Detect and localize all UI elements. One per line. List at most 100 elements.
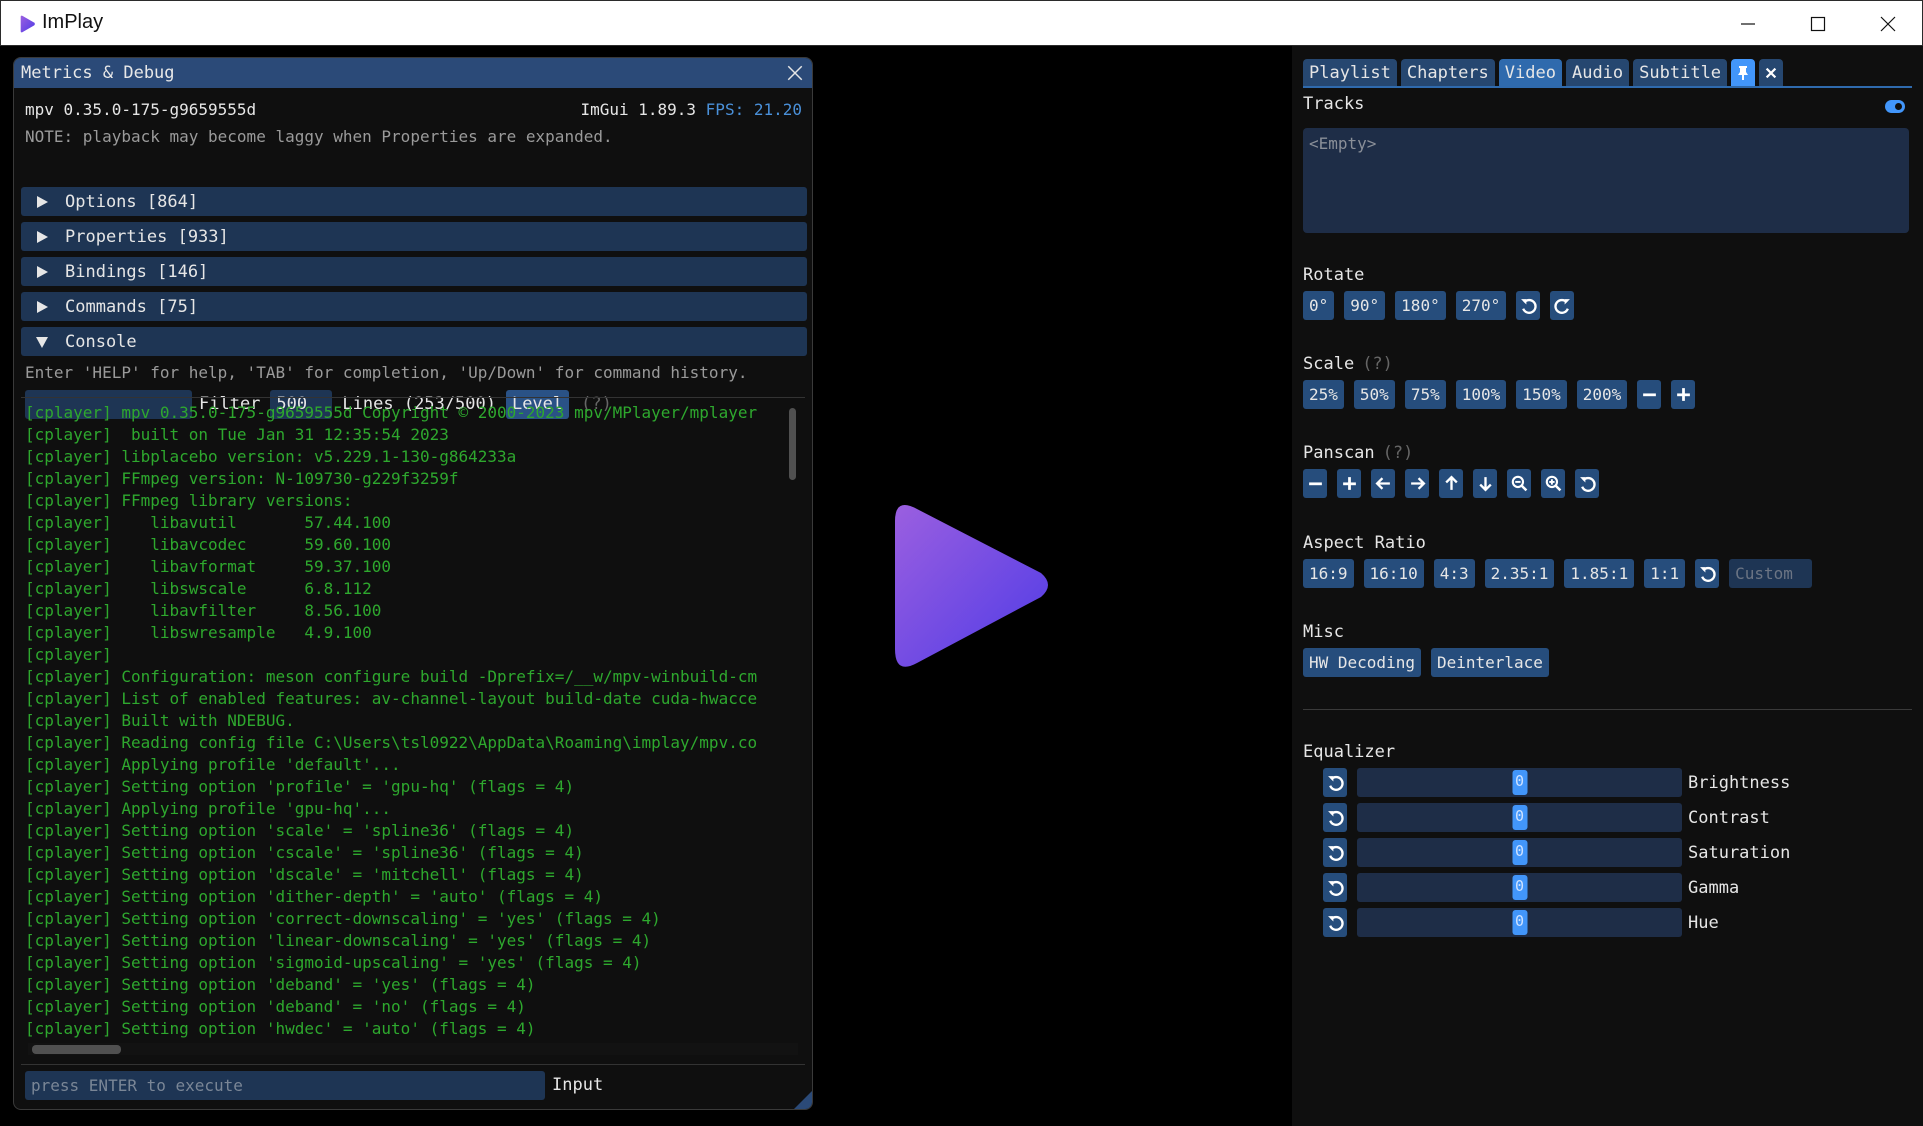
slider-value: 0 (1514, 912, 1525, 930)
gamma-slider[interactable]: 0 (1357, 873, 1682, 902)
scrollbar-thumb[interactable] (32, 1045, 121, 1054)
aspect-16-10-button[interactable]: 16:10 (1363, 559, 1424, 588)
reset-icon (1699, 566, 1716, 582)
caret-right-icon (37, 230, 48, 243)
scale-200-button[interactable]: 200% (1576, 380, 1628, 409)
aspect-reset-button[interactable] (1695, 559, 1720, 588)
reset-button[interactable] (1323, 838, 1347, 867)
saturation-slider[interactable]: 0 (1357, 838, 1682, 867)
imgui-version: ImGui 1.89.3 (580, 100, 697, 119)
contrast-slider[interactable]: 0 (1357, 803, 1682, 832)
maximize-button[interactable] (1783, 1, 1853, 47)
resize-grip[interactable] (794, 1091, 812, 1109)
aspect-4-3-button[interactable]: 4:3 (1433, 559, 1475, 588)
tracks-list[interactable]: <Empty> (1303, 128, 1909, 233)
rotate-180-button[interactable]: 180° (1395, 291, 1446, 320)
rotate-ccw-button[interactable] (1516, 291, 1541, 320)
debug-window-title: Metrics & Debug (21, 63, 175, 83)
hue-slider[interactable]: 0 (1357, 908, 1682, 937)
equalizer-row-brightness: 0 Brightness (1323, 768, 1790, 797)
divider (1303, 709, 1912, 710)
reset-button[interactable] (1323, 873, 1347, 902)
console-horizontal-scrollbar[interactable] (28, 1043, 798, 1055)
caret-right-icon (37, 300, 48, 313)
help-marker[interactable]: (?) (1362, 354, 1393, 374)
zoom-in-button[interactable] (1541, 469, 1565, 498)
rotate-270-button[interactable]: 270° (1455, 291, 1507, 320)
rotate-cw-button[interactable] (1550, 291, 1575, 320)
scale-increase-button[interactable] (1671, 380, 1696, 409)
slider-value: 0 (1514, 877, 1525, 895)
pan-up-button[interactable] (1439, 469, 1463, 498)
section-label: Commands [75] (65, 296, 199, 317)
scale-25-button[interactable]: 25% (1303, 380, 1344, 409)
section-bindings[interactable]: Bindings [146] (21, 257, 807, 286)
console-line: [cplayer] Setting option 'hwdec' = 'auto… (25, 1019, 536, 1038)
aspect-2-35-1-button[interactable]: 2.35:1 (1484, 559, 1555, 588)
brightness-slider[interactable]: 0 (1357, 768, 1682, 797)
section-commands[interactable]: Commands [75] (21, 292, 807, 321)
aspect-16-9-button[interactable]: 16:9 (1303, 559, 1354, 588)
aspect-1-85-1-button[interactable]: 1.85:1 (1564, 559, 1635, 588)
console-log[interactable]: [cplayer] mpv 0.35.0-175-g9659555d Copyr… (25, 402, 798, 1042)
panscan-decrease-button[interactable] (1303, 469, 1327, 498)
rotate-cw-icon (1554, 298, 1570, 314)
panscan-increase-button[interactable] (1337, 469, 1361, 498)
tab-chapters[interactable]: Chapters (1400, 59, 1495, 86)
console-line: [cplayer] libswresample 4.9.100 (25, 623, 372, 642)
console-vertical-scrollbar[interactable] (786, 402, 798, 1042)
scale-buttons: 25% 50% 75% 100% 150% 200% (1303, 380, 1696, 409)
rotate-0-button[interactable]: 0° (1303, 291, 1335, 320)
close-window-button[interactable] (1853, 1, 1923, 47)
help-marker[interactable]: (?) (1383, 443, 1414, 463)
command-input[interactable] (25, 1071, 545, 1100)
tracks-toggle[interactable] (1885, 100, 1905, 113)
pan-down-button[interactable] (1473, 469, 1497, 498)
version-info: mpv 0.35.0-175-g9659555d ImGui 1.89.3 FP… (25, 100, 802, 122)
tab-playlist[interactable]: Playlist (1303, 59, 1397, 86)
scrollbar-thumb[interactable] (789, 408, 796, 480)
aspect-1-1-button[interactable]: 1:1 (1644, 559, 1686, 588)
zoom-out-button[interactable] (1507, 469, 1531, 498)
section-label: Properties [933] (65, 226, 229, 247)
tabs-underline (1303, 86, 1912, 88)
console-line: [cplayer] Reading config file C:\Users\t… (25, 733, 758, 752)
zoom-in-icon (1545, 475, 1561, 492)
close-panel-button[interactable] (1759, 59, 1784, 86)
scale-decrease-button[interactable] (1637, 380, 1662, 409)
section-properties[interactable]: Properties [933] (21, 222, 807, 251)
scale-title: Scale (?) (1303, 354, 1393, 374)
pin-button[interactable] (1731, 59, 1756, 86)
empty-placeholder: <Empty> (1309, 134, 1377, 153)
slider-label: Saturation (1688, 842, 1791, 863)
console-help-text: Enter 'HELP' for help, 'TAB' for complet… (25, 363, 748, 382)
tab-subtitle[interactable]: Subtitle (1633, 59, 1728, 86)
reset-button[interactable] (1323, 908, 1347, 937)
tab-video[interactable]: Video (1498, 59, 1562, 86)
minimize-button[interactable] (1713, 1, 1783, 47)
reset-button[interactable] (1323, 803, 1347, 832)
hw-decoding-button[interactable]: HW Decoding (1303, 648, 1421, 677)
close-icon[interactable] (786, 64, 804, 82)
scale-75-button[interactable]: 75% (1404, 380, 1446, 409)
console-line: [cplayer] Applying profile 'gpu-hq'... (25, 799, 392, 818)
section-options[interactable]: Options [864] (21, 187, 807, 216)
pan-left-button[interactable] (1371, 469, 1395, 498)
scale-150-button[interactable]: 150% (1516, 380, 1567, 409)
reset-button[interactable] (1323, 768, 1347, 797)
deinterlace-button[interactable]: Deinterlace (1430, 648, 1549, 677)
aspect-ratio-title: Aspect Ratio (1303, 533, 1426, 553)
rotate-90-button[interactable]: 90° (1344, 291, 1386, 320)
scale-100-button[interactable]: 100% (1455, 380, 1507, 409)
panscan-title: Panscan (?) (1303, 443, 1413, 463)
section-console[interactable]: Console (21, 327, 807, 356)
debug-window-titlebar[interactable]: Metrics & Debug (14, 58, 812, 88)
app-title: ImPlay (42, 11, 104, 33)
rotate-title: Rotate (1303, 265, 1365, 285)
panscan-reset-button[interactable] (1575, 469, 1599, 498)
pan-right-button[interactable] (1405, 469, 1429, 498)
custom-aspect-input[interactable] (1729, 559, 1813, 588)
play-logo-icon (895, 505, 1048, 667)
scale-50-button[interactable]: 50% (1353, 380, 1395, 409)
tab-audio[interactable]: Audio (1565, 59, 1630, 86)
